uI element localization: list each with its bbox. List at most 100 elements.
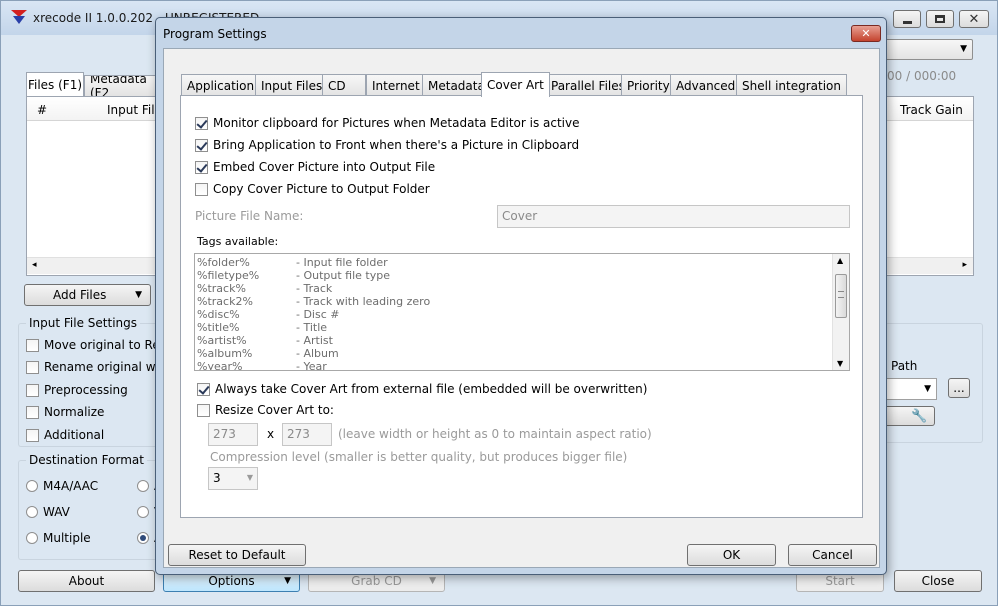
scroll-up-icon[interactable]: ▲ [837, 256, 843, 265]
option-label: Resize Cover Art to: [215, 403, 334, 417]
tag-row: %track% - Track [197, 282, 827, 295]
radio[interactable] [137, 480, 149, 492]
tab-cd[interactable]: CD [322, 74, 366, 96]
checkbox[interactable] [195, 182, 208, 196]
radio[interactable] [26, 480, 38, 492]
tags-list[interactable]: %folder% - Input file folder %filetype% - O… [194, 253, 850, 371]
scroll-down-icon[interactable]: ▼ [837, 359, 843, 368]
vertical-scrollbar[interactable]: ▲ ▼ [832, 254, 849, 370]
radio[interactable] [137, 532, 149, 544]
tag-description: - Title [296, 321, 328, 334]
add-files-button[interactable]: Add Files ▼ [24, 284, 151, 306]
path-label: Path [891, 359, 918, 373]
checkbox[interactable] [197, 403, 210, 417]
column-number[interactable]: # [37, 103, 47, 117]
input-option-0[interactable]: Move original to Recy [26, 338, 173, 352]
cancel-button[interactable]: Cancel [788, 544, 877, 566]
top-right-dropdown[interactable]: ▼ [885, 39, 973, 60]
tab-parallel-files[interactable]: Parallel Files [545, 74, 631, 96]
input-option-2[interactable]: Preprocessing [26, 383, 128, 397]
resize-width-input[interactable]: 273 [208, 423, 258, 446]
input-option-3[interactable]: Normalize [26, 405, 104, 419]
tag-row: %filetype% - Output file type [197, 269, 827, 282]
radio[interactable] [26, 532, 38, 544]
files-tab[interactable]: Files (F1) [26, 72, 84, 96]
tag-row: %title% - Title [197, 321, 827, 334]
cover-art-page: Monitor clipboard for Pictures when Meta… [180, 95, 863, 518]
tab-label: Parallel Files [551, 78, 625, 93]
about-label: About [68, 574, 105, 588]
checkbox[interactable] [195, 138, 208, 152]
option-label: Always take Cover Art from external file… [215, 382, 648, 396]
bring-to-front-option[interactable]: Bring Application to Front when there's … [195, 138, 579, 152]
format-multiple[interactable]: Multiple [26, 531, 91, 545]
checkbox[interactable] [26, 405, 39, 419]
compression-select[interactable]: 3 ▼ [208, 467, 258, 490]
checkbox[interactable] [26, 383, 39, 397]
format-m4a[interactable]: M4A/AAC [26, 479, 98, 493]
tab-priority[interactable]: Priority [621, 74, 676, 96]
radio[interactable] [26, 506, 38, 518]
checkbox[interactable] [195, 116, 208, 130]
format-wav[interactable]: WAV [26, 505, 70, 519]
tab-input-files[interactable]: Input Files [255, 74, 329, 96]
program-settings-dialog: Program Settings ✕ Application Input Fil… [155, 17, 887, 575]
tab-cover-art[interactable]: Cover Art [481, 72, 550, 97]
picture-file-name-input[interactable]: Cover [497, 205, 850, 228]
chevron-down-icon: ▼ [960, 44, 967, 54]
path-dropdown[interactable]: ▼ [885, 378, 937, 400]
format-label: Multiple [43, 531, 91, 545]
picture-file-name-value: Cover [502, 209, 538, 223]
compression-label: Compression level (smaller is better qua… [210, 450, 628, 464]
checkbox[interactable] [195, 160, 208, 174]
resize-option[interactable]: Resize Cover Art to: [197, 403, 334, 417]
scroll-thumb[interactable] [835, 274, 847, 318]
input-option-label: Move original to Recy [44, 338, 174, 352]
minimize-button[interactable] [893, 10, 921, 28]
tab-advanced[interactable]: Advanced [670, 74, 742, 96]
close-icon: ✕ [968, 11, 980, 27]
scroll-left-icon[interactable]: ◂ [32, 260, 37, 270]
always-external-option[interactable]: Always take Cover Art from external file… [197, 382, 647, 396]
browse-label: ... [953, 381, 965, 395]
column-input-file[interactable]: Input File [107, 103, 162, 117]
input-option-label: Additional [44, 428, 105, 442]
tab-application[interactable]: Application [181, 74, 261, 96]
reset-default-button[interactable]: Reset to Default [168, 544, 306, 566]
close-button[interactable]: Close [894, 570, 982, 592]
close-window-button[interactable]: ✕ [959, 10, 989, 28]
dialog-close-button[interactable]: ✕ [851, 25, 881, 42]
tab-label: Internet [372, 78, 420, 93]
copy-cover-option[interactable]: Copy Cover Picture to Output Folder [195, 182, 430, 196]
radio[interactable] [137, 506, 149, 518]
checkbox[interactable] [26, 338, 39, 352]
scroll-right-icon[interactable]: ▸ [962, 260, 967, 270]
tag-name: %track2% [197, 295, 253, 308]
input-option-4[interactable]: Additional [26, 428, 104, 442]
resize-height-input[interactable]: 273 [282, 423, 332, 446]
tag-name: %album% [197, 347, 253, 360]
tag-name: %artist% [197, 334, 247, 347]
tags-rows: %folder% - Input file folder %filetype% - O… [197, 256, 827, 371]
tab-shell-integration[interactable]: Shell integration [736, 74, 848, 96]
embed-cover-option[interactable]: Embed Cover Picture into Output File [195, 160, 435, 174]
ok-button[interactable]: OK [687, 544, 776, 566]
settings-tabs: Application Input Files CD Internet Meta… [181, 72, 848, 97]
maximize-button[interactable] [926, 10, 954, 28]
about-button[interactable]: About [18, 570, 155, 592]
checkbox[interactable] [197, 382, 210, 396]
grip-icon [838, 291, 844, 298]
tag-name: %year% [197, 360, 243, 371]
tags-available-label: Tags available: [197, 235, 279, 248]
browse-button[interactable]: ... [948, 378, 970, 398]
minimize-icon [902, 20, 912, 24]
checkbox[interactable] [26, 360, 39, 374]
tab-internet[interactable]: Internet [366, 74, 426, 96]
column-track-gain[interactable]: Track Gain [900, 103, 963, 117]
wrench-button[interactable]: 🔧 [885, 406, 935, 426]
monitor-clipboard-option[interactable]: Monitor clipboard for Pictures when Meta… [195, 116, 580, 130]
checkbox[interactable] [26, 428, 39, 442]
tab-label: Priority [627, 78, 670, 93]
metadata-tab[interactable]: Metadata (F2 [84, 75, 164, 96]
input-option-label: Normalize [44, 405, 105, 419]
